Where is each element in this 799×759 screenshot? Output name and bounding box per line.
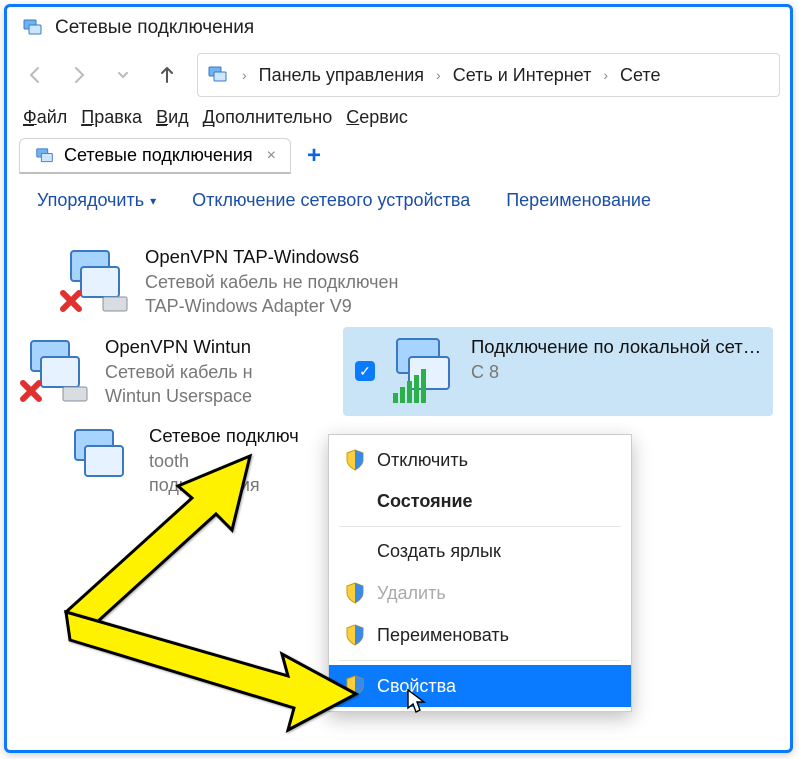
- connection-device: C 8: [471, 360, 763, 384]
- connection-item[interactable]: OpenVPN TAP-Windows6 Сетевой кабель не п…: [47, 237, 487, 327]
- checkbox-checked-icon[interactable]: ✓: [355, 361, 375, 381]
- address-bar[interactable]: › Панель управления › Сеть и Интернет › …: [197, 53, 780, 97]
- menu-advanced[interactable]: Дополнительно: [203, 107, 333, 128]
- connection-name: Подключение по локальной сети* 12: [471, 335, 763, 360]
- network-adapter-icon: [17, 335, 93, 407]
- tab-label: Сетевые подключения: [64, 145, 253, 166]
- connection-item-selected[interactable]: ✓ Подключение по локальной сети* 12: [343, 327, 773, 417]
- network-adapter-icon: [61, 424, 137, 496]
- toolbar-disable-device[interactable]: Отключение сетевого устройства: [192, 190, 470, 211]
- connection-status: Сетевой кабель не подключен: [145, 270, 398, 294]
- close-tab-button[interactable]: ×: [267, 147, 276, 165]
- connection-name: OpenVPN TAP-Windows6: [145, 245, 398, 270]
- nav-back-button[interactable]: [15, 55, 55, 95]
- shield-icon: [345, 675, 365, 697]
- menu-tools[interactable]: Сервис: [346, 107, 408, 128]
- ctx-properties[interactable]: Свойства: [329, 665, 631, 707]
- network-connections-icon: [21, 18, 45, 38]
- menu-view[interactable]: Вид: [156, 107, 189, 128]
- breadcrumb-segment[interactable]: Сете: [620, 65, 660, 86]
- tab-network-connections[interactable]: Сетевые подключения ×: [19, 138, 291, 174]
- menu-bar: Файл Правка Вид Дополнительно Сервис: [7, 103, 790, 136]
- titlebar: Сетевые подключения: [7, 7, 790, 47]
- menu-file[interactable]: Файл: [23, 107, 67, 128]
- toolbar-rename[interactable]: Переименование: [506, 190, 651, 211]
- menu-edit[interactable]: Правка: [81, 107, 142, 128]
- tab-bar: Сетевые подключения × +: [7, 138, 790, 174]
- connection-device: подключения: [149, 473, 299, 497]
- network-adapter-icon: [57, 245, 133, 317]
- connection-item[interactable]: OpenVPN Wintun Сетевой кабель н Wintun U…: [7, 327, 337, 417]
- ctx-rename[interactable]: Переименовать: [329, 614, 631, 656]
- connection-name: OpenVPN Wintun: [105, 335, 253, 360]
- window-title: Сетевые подключения: [55, 17, 254, 39]
- toolbar: Упорядочить ▾ Отключение сетевого устрой…: [7, 174, 790, 221]
- menu-separator: [339, 526, 621, 527]
- ctx-create-shortcut[interactable]: Создать ярлык: [329, 531, 631, 572]
- toolbar-organize[interactable]: Упорядочить ▾: [37, 190, 156, 211]
- connection-status: Сетевой кабель н: [105, 360, 253, 384]
- nav-row: › Панель управления › Сеть и Интернет › …: [7, 47, 790, 103]
- ctx-delete: Удалить: [329, 572, 631, 614]
- breadcrumb-segment[interactable]: Панель управления: [259, 65, 424, 86]
- chevron-right-icon: ›: [436, 67, 441, 83]
- connection-name: Сетевое подключ: [149, 424, 299, 449]
- context-menu: Отключить Состояние Создать ярлык Удалит…: [328, 434, 632, 712]
- new-tab-button[interactable]: +: [297, 139, 331, 173]
- connection-device: TAP-Windows Adapter V9: [145, 294, 398, 318]
- shield-icon: [345, 624, 365, 646]
- nav-forward-button[interactable]: [59, 55, 99, 95]
- chevron-right-icon: ›: [242, 67, 247, 83]
- network-adapter-icon: [383, 335, 459, 407]
- connection-status: tooth: [149, 449, 299, 473]
- nav-up-button[interactable]: [147, 55, 187, 95]
- menu-separator: [339, 660, 621, 661]
- chevron-down-icon: ▾: [150, 194, 156, 208]
- network-connections-icon: [34, 147, 56, 165]
- network-connections-icon: [206, 65, 230, 85]
- ctx-status[interactable]: Состояние: [329, 481, 631, 522]
- chevron-right-icon: ›: [603, 67, 608, 83]
- nav-history-dropdown[interactable]: [103, 55, 143, 95]
- ctx-disable[interactable]: Отключить: [329, 439, 631, 481]
- shield-icon: [345, 449, 365, 471]
- shield-icon: [345, 582, 365, 604]
- connection-device: Wintun Userspace: [105, 384, 253, 408]
- breadcrumb-segment[interactable]: Сеть и Интернет: [453, 65, 592, 86]
- cursor-icon: [406, 688, 426, 714]
